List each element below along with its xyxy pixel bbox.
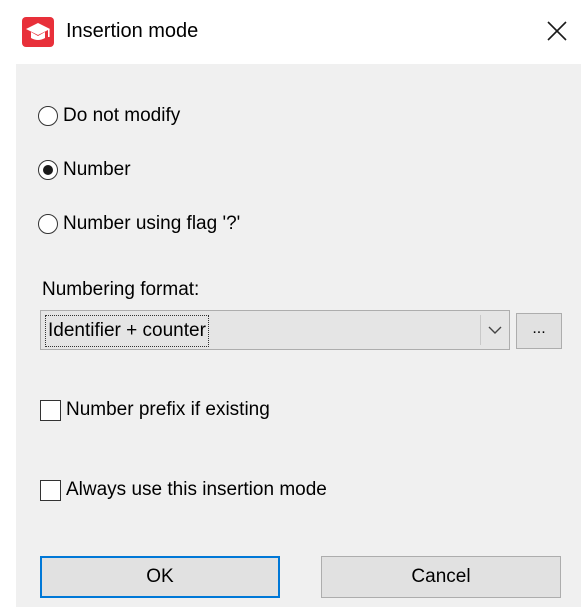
title-bar: Insertion mode bbox=[0, 0, 581, 64]
cancel-button[interactable]: Cancel bbox=[321, 556, 561, 598]
checkbox[interactable] bbox=[40, 479, 61, 501]
numbering-format-select[interactable]: Identifier + counter bbox=[40, 310, 510, 350]
checkbox-number-prefix[interactable]: Number prefix if existing bbox=[40, 396, 270, 424]
radio-label: Number using flag '?' bbox=[63, 213, 241, 234]
checkbox-label: Number prefix if existing bbox=[66, 399, 270, 420]
checkbox-always-use-mode[interactable]: Always use this insertion mode bbox=[40, 476, 327, 504]
radio-label: Number bbox=[63, 159, 131, 180]
window-title: Insertion mode bbox=[66, 20, 199, 42]
numbering-format-label: Numbering format: bbox=[42, 279, 200, 300]
close-icon[interactable] bbox=[540, 14, 574, 48]
checkbox[interactable] bbox=[40, 399, 61, 421]
radio-number[interactable]: Number bbox=[38, 156, 131, 184]
radio-label: Do not modify bbox=[63, 105, 181, 126]
checkbox-label: Always use this insertion mode bbox=[66, 479, 327, 500]
radio-button[interactable] bbox=[38, 214, 58, 234]
ok-button[interactable]: OK bbox=[40, 556, 280, 598]
dialog-body: Do not modify Number Number using flag '… bbox=[16, 64, 581, 607]
insertion-mode-dialog: Insertion mode Do not modify Number Numb… bbox=[0, 0, 581, 607]
combo-separator bbox=[480, 315, 481, 345]
radio-button[interactable] bbox=[38, 106, 58, 126]
browse-format-button[interactable]: ... bbox=[516, 313, 562, 349]
radio-button-selected[interactable] bbox=[38, 160, 58, 180]
chevron-down-icon[interactable] bbox=[486, 321, 504, 339]
graduation-cap-icon bbox=[22, 17, 54, 47]
radio-do-not-modify[interactable]: Do not modify bbox=[38, 102, 180, 130]
numbering-format-value: Identifier + counter bbox=[45, 315, 209, 347]
radio-number-using-flag[interactable]: Number using flag '?' bbox=[38, 210, 240, 238]
